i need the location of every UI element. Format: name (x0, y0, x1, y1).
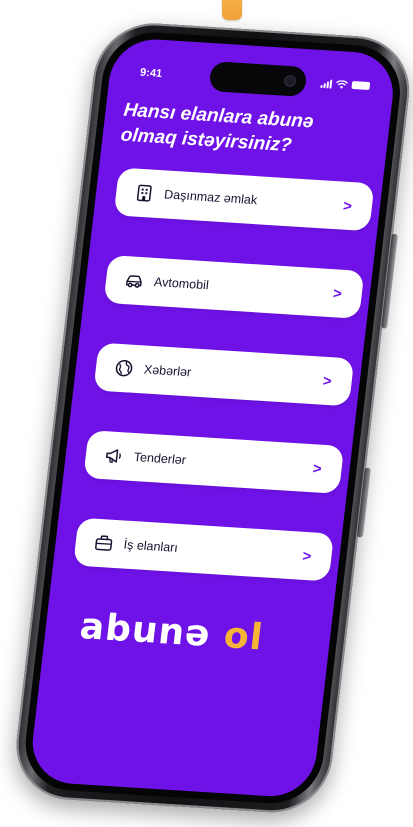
brand-logo: abunə ol (78, 606, 266, 658)
phone-device: 9:41 Hansı elanlara abunə olmaq istəyirs… (10, 20, 413, 816)
status-icons (320, 78, 371, 91)
chevron-right-icon: > (332, 284, 343, 303)
chevron-right-icon: > (321, 372, 333, 390)
logo-main-text: abunə (77, 606, 213, 656)
mockup-stage: 9:41 Hansı elanlara abunə olmaq istəyirs… (0, 0, 413, 827)
chevron-right-icon: > (342, 197, 353, 215)
category-news-button[interactable]: Xəbərlər > (93, 342, 355, 407)
category-tenders-button[interactable]: Tenderlər > (83, 430, 345, 494)
top-tab (222, 0, 242, 20)
category-cars-button[interactable]: Avtomobil > (103, 255, 365, 319)
chevron-right-icon: > (311, 459, 323, 478)
car-icon (123, 270, 145, 291)
globe-icon (113, 358, 135, 379)
status-time: 9:41 (139, 66, 163, 80)
page-title: Hansı elanlara abunə olmaq istəyirsiniz? (119, 99, 315, 157)
camera-icon (283, 74, 297, 88)
category-jobs-button[interactable]: İş elanları > (73, 517, 335, 582)
category-real-estate-button[interactable]: Daşınmaz əmlak > (113, 167, 375, 232)
building-icon (133, 183, 155, 204)
category-label: Avtomobil (153, 274, 210, 293)
megaphone-icon (103, 445, 125, 466)
app-screen: 9:41 Hansı elanlara abunə olmaq istəyirs… (28, 36, 398, 799)
briefcase-icon (93, 533, 115, 554)
category-label: Daşınmaz əmlak (163, 187, 258, 208)
signal-icon (320, 78, 333, 89)
dynamic-island (208, 61, 308, 97)
category-label: İş elanları (122, 537, 179, 555)
battery-icon (351, 80, 371, 91)
wifi-icon (336, 79, 349, 89)
category-label: Tenderlər (133, 450, 187, 468)
logo-accent-text: ol (221, 615, 266, 659)
chevron-right-icon: > (301, 547, 313, 565)
category-label: Xəbərlər (143, 362, 192, 380)
